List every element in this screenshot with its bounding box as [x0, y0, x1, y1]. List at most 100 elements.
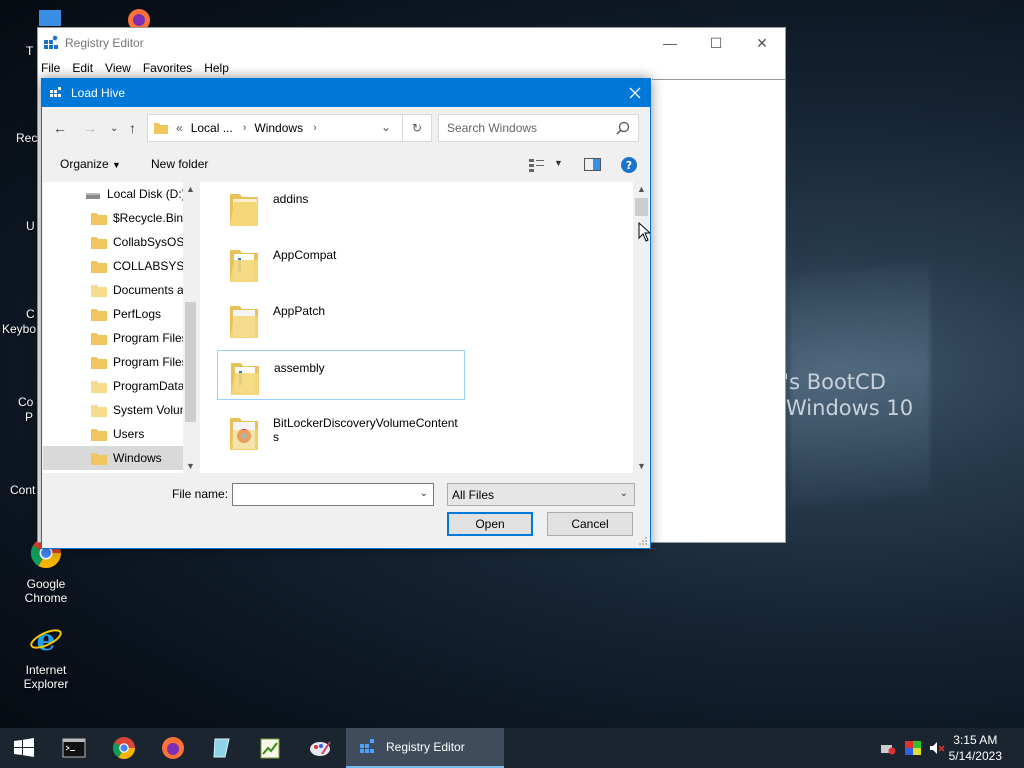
- file-list[interactable]: addins AppCompat AppPatch assembly BitLo…: [200, 182, 650, 473]
- up-arrow-icon[interactable]: ↑: [129, 120, 136, 136]
- tree-item[interactable]: Users: [43, 422, 198, 446]
- chevron-right-icon[interactable]: ›: [243, 122, 247, 134]
- search-box[interactable]: Search Windows: [438, 114, 639, 142]
- address-bar[interactable]: « Local ... › Windows › ⌄ ↻: [147, 114, 432, 142]
- tree-item[interactable]: System Volum: [43, 398, 198, 422]
- firefox-icon[interactable]: [161, 736, 185, 760]
- scroll-down-icon[interactable]: ▼: [637, 461, 646, 471]
- chevron-down-icon[interactable]: ⌄: [420, 488, 428, 499]
- tree-item-selected[interactable]: Windows: [43, 446, 198, 470]
- forward-arrow-icon[interactable]: →: [83, 120, 97, 136]
- desktop-label-partial: Rec: [16, 131, 38, 145]
- refresh-icon[interactable]: ↻: [402, 115, 431, 141]
- chevron-down-icon[interactable]: ⌄: [620, 488, 628, 499]
- tree-item[interactable]: ProgramData: [43, 374, 198, 398]
- tree-item-drive[interactable]: Local Disk (D:): [43, 182, 198, 206]
- tree-item[interactable]: Program Files: [43, 326, 198, 350]
- recent-locations-chevron-icon[interactable]: ⌄: [110, 123, 118, 134]
- tree-item-label: System Volum: [113, 403, 190, 417]
- folder-icon: [91, 380, 107, 393]
- organize-button[interactable]: Organize ▼: [60, 157, 121, 171]
- cancel-button[interactable]: Cancel: [547, 512, 633, 536]
- taskbar-registry-editor-button[interactable]: Registry Editor: [346, 728, 504, 768]
- file-name: addins: [273, 192, 309, 206]
- tree-item[interactable]: Documents a: [43, 278, 198, 302]
- file-item[interactable]: addins: [217, 182, 465, 232]
- maximize-button[interactable]: ☐: [693, 28, 739, 58]
- display-color-icon[interactable]: [905, 741, 921, 755]
- drive-icon: [86, 192, 100, 199]
- navigation-tree[interactable]: Local Disk (D:) $Recycle.Bin CollabSysOS…: [43, 182, 198, 473]
- tree-item[interactable]: COLLABSYSOS: [43, 254, 198, 278]
- close-icon: [629, 87, 641, 99]
- preview-pane-icon[interactable]: [584, 158, 602, 172]
- load-hive-dialog[interactable]: Load Hive ← → ⌄ ↑ « Local ... › Windows …: [41, 78, 651, 549]
- tree-item-label: CollabSysOS: [113, 235, 185, 249]
- chevron-right-icon[interactable]: ›: [313, 122, 317, 134]
- scroll-down-icon[interactable]: ▼: [186, 461, 195, 471]
- taskbar-clock[interactable]: 3:15 AM 5/14/2023: [949, 732, 1002, 764]
- network-error-icon[interactable]: [880, 741, 896, 755]
- notepad-chart-icon[interactable]: [258, 736, 282, 760]
- scroll-up-icon[interactable]: ▲: [186, 184, 195, 194]
- desktop-label-partial: Cont: [10, 483, 36, 497]
- clock-date: 5/14/2023: [948, 749, 1002, 763]
- menu-help[interactable]: Help: [204, 61, 237, 75]
- file-item-focused[interactable]: assembly: [217, 350, 465, 400]
- tree-item[interactable]: Program Files: [43, 350, 198, 374]
- dialog-title-bar[interactable]: Load Hive: [42, 79, 650, 107]
- folder-icon: [230, 418, 258, 450]
- tree-item[interactable]: CollabSysOS: [43, 230, 198, 254]
- view-options-icon[interactable]: [529, 158, 545, 172]
- dialog-close-button[interactable]: [620, 79, 650, 107]
- tree-item[interactable]: PerfLogs: [43, 302, 198, 326]
- folder-icon: [230, 250, 258, 282]
- clock-time: 3:15 AM: [953, 733, 998, 747]
- new-folder-button[interactable]: New folder: [151, 157, 208, 171]
- address-overflow[interactable]: «: [176, 121, 183, 135]
- file-item[interactable]: BitLockerDiscoveryVolumeContents: [217, 406, 465, 456]
- organize-label: Organize: [60, 157, 109, 171]
- address-segment[interactable]: Local ...: [191, 121, 233, 135]
- resize-grip-icon[interactable]: [638, 536, 648, 546]
- file-item[interactable]: AppPatch: [217, 294, 465, 344]
- desktop-icon-label: Internet Explorer: [23, 663, 69, 691]
- menu-view[interactable]: View: [105, 61, 139, 75]
- tree-item-label: Program Files: [113, 331, 188, 345]
- folder-icon: [91, 428, 107, 441]
- folder-icon: [91, 332, 107, 345]
- tree-scroll-thumb[interactable]: [185, 302, 196, 422]
- minimize-button[interactable]: —: [647, 28, 693, 58]
- file-item[interactable]: AppCompat: [217, 238, 465, 288]
- open-button[interactable]: Open: [447, 512, 533, 536]
- address-segment[interactable]: Windows: [254, 121, 303, 135]
- registry-values-pane[interactable]: [652, 79, 786, 543]
- tree-item[interactable]: $Recycle.Bin: [43, 206, 198, 230]
- back-arrow-icon[interactable]: ←: [53, 120, 67, 136]
- file-list-scroll-thumb[interactable]: [635, 198, 648, 216]
- taskbar: Registry Editor 3:15 AM 5/14/2023: [0, 728, 1024, 768]
- paint-palette-icon[interactable]: [308, 736, 332, 760]
- wallpaper-text-line1: n's BootCD: [770, 370, 886, 394]
- chrome-icon[interactable]: [112, 736, 136, 760]
- view-dropdown-icon[interactable]: ▼: [554, 158, 563, 168]
- windows-start-icon[interactable]: [12, 736, 36, 760]
- desktop-icon-internet-explorer[interactable]: e Internet Explorer: [6, 622, 86, 691]
- file-type-select[interactable]: All Files ⌄: [447, 483, 635, 506]
- file-name-field[interactable]: ⌄: [232, 483, 434, 506]
- close-button[interactable]: ✕: [739, 28, 785, 58]
- command-prompt-icon[interactable]: [62, 736, 86, 760]
- scroll-up-icon[interactable]: ▲: [637, 184, 646, 194]
- volume-muted-icon[interactable]: [929, 741, 945, 755]
- tree-item-label: Windows: [113, 451, 162, 465]
- menu-file[interactable]: File: [41, 61, 68, 75]
- command-toolbar: Organize ▼ New folder ▼ ?: [42, 153, 650, 177]
- tree-scrollbar[interactable]: ▲ ▼: [183, 182, 198, 473]
- menu-favorites[interactable]: Favorites: [143, 61, 200, 75]
- help-icon[interactable]: ?: [620, 156, 638, 174]
- address-dropdown-icon[interactable]: ⌄: [381, 120, 391, 134]
- registry-editor-icon: [44, 35, 58, 49]
- search-input[interactable]: Search Windows: [447, 121, 537, 135]
- glass-app-icon[interactable]: [210, 736, 234, 760]
- menu-edit[interactable]: Edit: [72, 61, 101, 75]
